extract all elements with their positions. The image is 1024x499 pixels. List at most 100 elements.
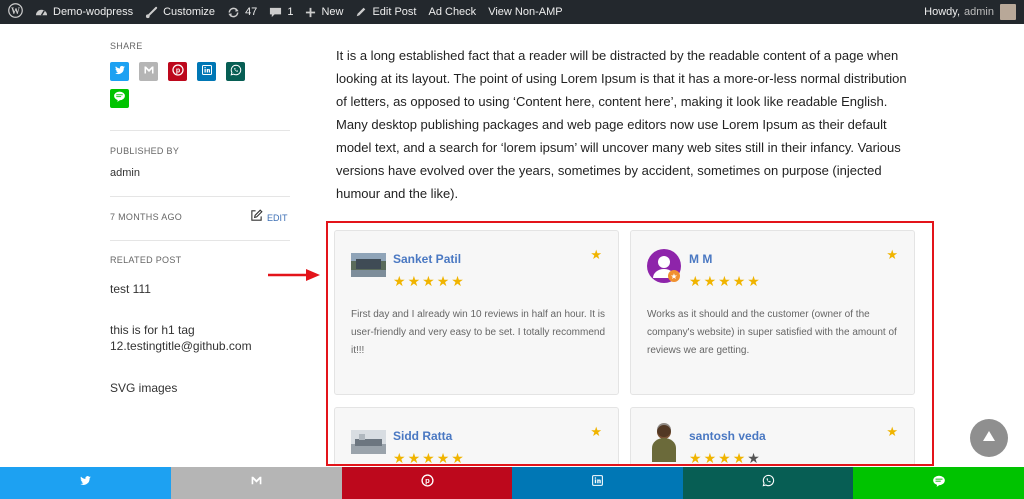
star-filled-icon: ★ (407, 273, 421, 289)
gmail-share-bar-button[interactable] (171, 467, 342, 499)
rating-stars: ★ ★ ★ ★ ★ (689, 450, 760, 466)
pinterest-icon: p (420, 474, 434, 492)
customize-link[interactable]: Customize (139, 0, 221, 24)
account-menu[interactable]: Howdy, admin (924, 4, 1024, 20)
review-text: First day and I already win 10 reviews i… (351, 309, 606, 356)
whatsapp-icon (762, 474, 775, 492)
comment-icon (269, 6, 282, 19)
twitter-icon (79, 474, 92, 492)
updates-link[interactable]: 47 (221, 0, 263, 24)
linkedin-share-button[interactable] (197, 62, 216, 81)
star-icon: ★ (886, 247, 898, 262)
whatsapp-share-bar-button[interactable] (683, 467, 853, 499)
related-post-link[interactable]: this is for h1 tag 12.testingtitle@githu… (110, 322, 260, 354)
edit-post-link[interactable]: Edit Post (349, 0, 422, 24)
star-filled-icon: ★ (689, 273, 702, 289)
published-by-label: PUBLISHED BY (110, 146, 180, 156)
reviewer-avatar (351, 253, 386, 277)
site-name-menu[interactable]: Demo-wodpress (29, 0, 139, 24)
edit-post-label: Edit Post (372, 6, 417, 18)
gmail-share-button[interactable] (139, 62, 158, 81)
review-card: Sanket Patil ★ ★ ★ ★ ★ ★ First day and I alr… (334, 230, 619, 395)
ad-check-link[interactable]: Ad Check (422, 0, 482, 24)
line-share-button[interactable] (110, 89, 129, 108)
related-post-link[interactable]: test 111 (110, 281, 151, 297)
star-filled-icon: ★ (732, 273, 746, 289)
reviewer-avatar: ★ (647, 249, 681, 283)
line-share-bar-button[interactable] (853, 467, 1024, 499)
ad-check-label: Ad Check (428, 6, 477, 18)
updates-count: 47 (245, 6, 258, 18)
star-icon: ★ (886, 424, 898, 439)
brush-icon (145, 6, 158, 19)
dashboard-icon (35, 6, 48, 19)
scroll-to-top-button[interactable] (970, 419, 1008, 457)
wordpress-icon: W (8, 3, 23, 21)
star-icon: ★ (590, 424, 602, 439)
reviewer-avatar (647, 422, 682, 462)
related-post-link[interactable]: SVG images (110, 380, 177, 396)
article-body: It is a long established fact that a rea… (336, 44, 916, 205)
review-card: santosh veda ★ ★ ★ ★ ★ ★ (630, 407, 915, 466)
star-filled-icon: ★ (718, 273, 731, 289)
pencil-icon (355, 6, 367, 18)
linkedin-icon (201, 63, 213, 81)
view-non-amp-link[interactable]: View Non-AMP (482, 0, 568, 24)
review-card: Sidd Ratta ★ ★ ★ ★ ★ ★ (334, 407, 619, 466)
line-icon (113, 90, 126, 108)
star-filled-icon: ★ (436, 273, 450, 289)
sidebar-divider (110, 130, 290, 131)
star-filled-icon: ★ (436, 450, 450, 466)
twitter-share-button[interactable] (110, 62, 129, 81)
admin-bar: W Demo-wodpress Customize 47 1 New Edit … (0, 0, 1024, 24)
reviewer-name: Sanket Patil (393, 252, 462, 266)
sidebar-divider (110, 240, 290, 241)
reviewer-name: Sidd Ratta (393, 429, 453, 443)
whatsapp-icon (230, 63, 242, 81)
star-filled-icon: ★ (393, 450, 406, 466)
new-content-link[interactable]: New (299, 0, 349, 24)
related-post-label: RELATED POST (110, 255, 182, 265)
site-name: Demo-wodpress (53, 6, 134, 18)
linkedin-share-bar-button[interactable] (512, 467, 683, 499)
star-filled-icon: ★ (732, 450, 746, 466)
user-name: admin (964, 6, 994, 18)
plus-icon (305, 7, 316, 18)
star-filled-icon: ★ (451, 273, 464, 289)
updates-icon (227, 6, 240, 19)
sidebar-divider (110, 196, 290, 197)
annotation-arrow (268, 268, 320, 287)
gmail-icon (143, 63, 155, 81)
svg-text:★: ★ (670, 272, 677, 281)
star-filled-icon: ★ (422, 273, 435, 289)
reviews-widget: Sanket Patil ★ ★ ★ ★ ★ ★ First day and I alr… (326, 221, 934, 466)
reviewer-name: M M (689, 252, 713, 266)
svg-text:p: p (425, 476, 430, 485)
star-filled-icon: ★ (747, 273, 760, 289)
share-label: SHARE (110, 41, 143, 51)
star-filled-icon: ★ (422, 450, 435, 466)
comments-link[interactable]: 1 (263, 0, 299, 24)
article-paragraph: It is a long established fact that a rea… (336, 48, 907, 201)
user-avatar (1000, 4, 1016, 20)
wordpress-logo-menu[interactable]: W (0, 0, 29, 24)
rating-stars: ★ ★ ★ ★ ★ (689, 274, 760, 288)
svg-text:p: p (175, 67, 179, 74)
pinterest-share-button[interactable]: p (168, 62, 187, 81)
pinterest-share-bar-button[interactable]: p (342, 467, 512, 499)
star-icon: ★ (590, 247, 602, 262)
reviewer-avatar (351, 430, 386, 454)
line-icon (932, 474, 946, 493)
author-name: admin (110, 167, 140, 179)
edit-post-button[interactable]: EDIT (250, 209, 288, 224)
twitter-icon (114, 63, 126, 81)
linkedin-icon (591, 474, 604, 492)
review-text: Works as it should and the customer (own… (647, 309, 897, 356)
rating-stars: ★ ★ ★ ★ ★ (393, 450, 464, 466)
pinterest-icon: p (171, 63, 184, 81)
gmail-icon (250, 474, 263, 492)
whatsapp-share-button[interactable] (226, 62, 245, 81)
twitter-share-bar-button[interactable] (0, 467, 171, 499)
star-filled-icon: ★ (451, 450, 464, 466)
howdy-label: Howdy, (924, 6, 961, 18)
